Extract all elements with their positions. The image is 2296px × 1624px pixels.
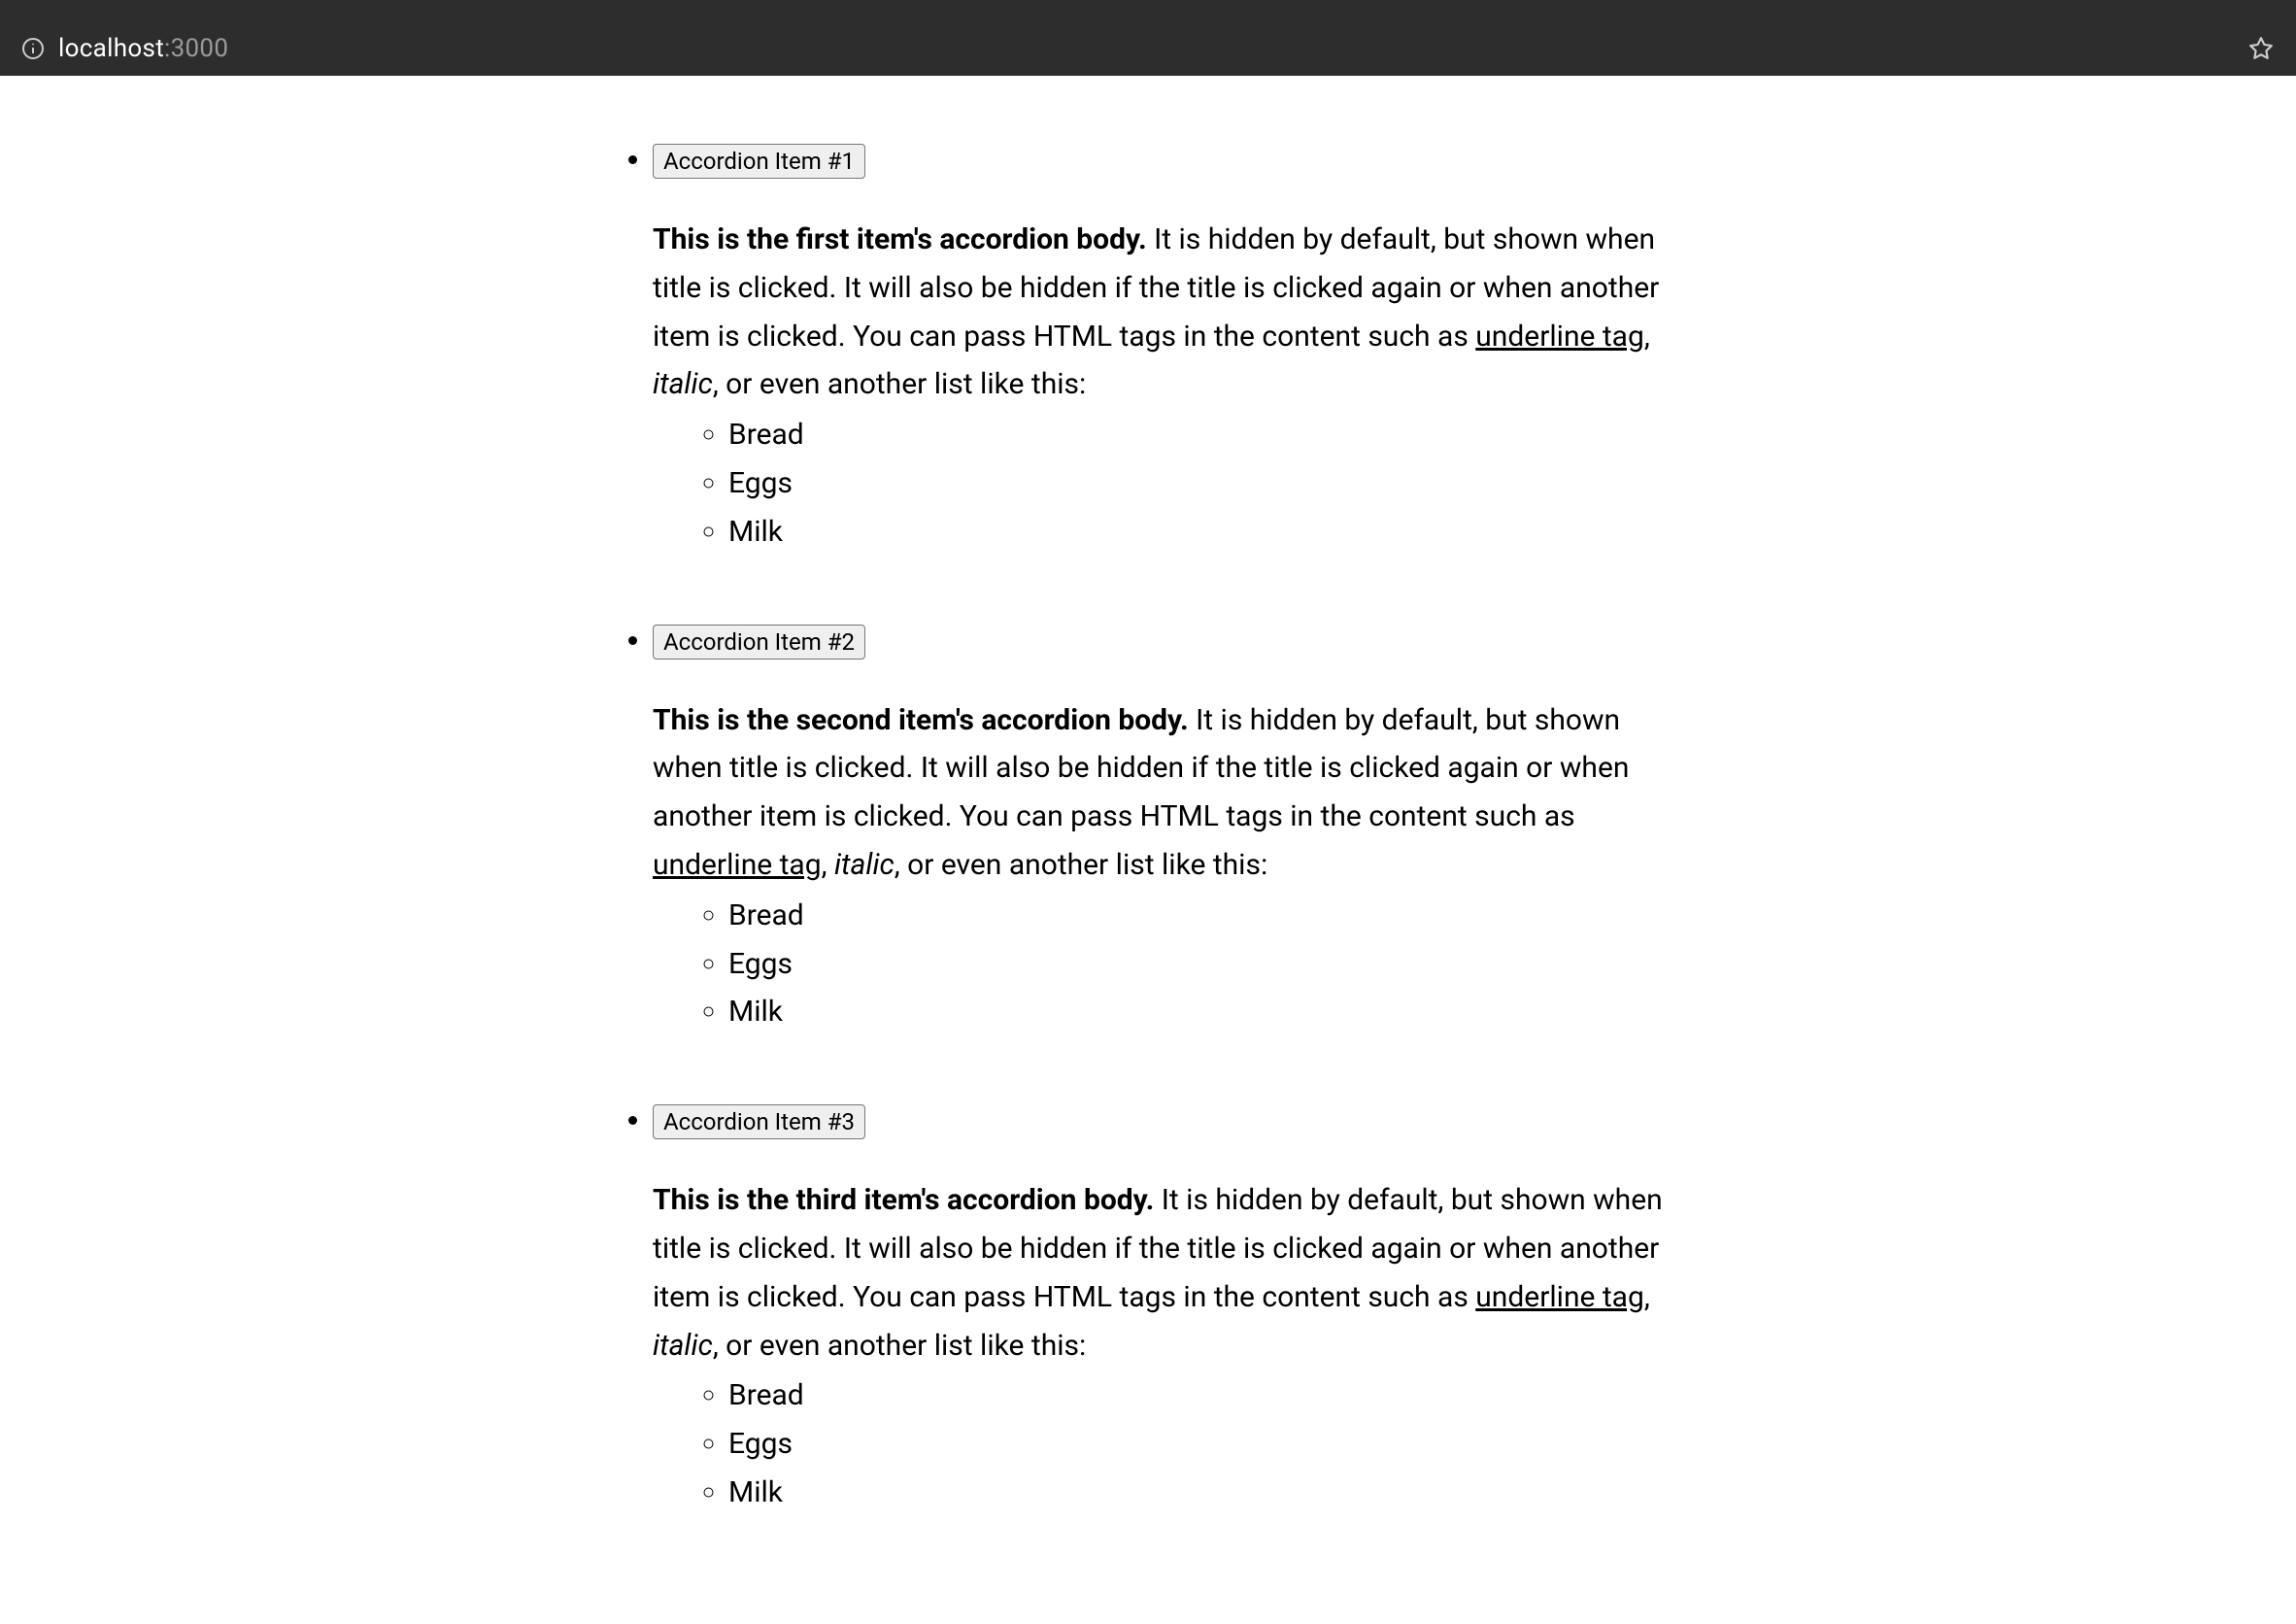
- accordion-body-strong: This is the third item's accordion body.: [653, 1183, 1154, 1217]
- underline-sample: underline tag: [1475, 1280, 1644, 1314]
- underline-sample: underline tag: [1475, 320, 1644, 354]
- accordion-list: Accordion Item #1 This is the first item…: [614, 144, 1682, 1585]
- separator: ,: [1644, 1280, 1650, 1314]
- list-item: Eggs: [728, 459, 1682, 508]
- separator: ,: [1644, 320, 1650, 354]
- accordion-toggle-3[interactable]: Accordion Item #3: [653, 1104, 865, 1139]
- accordion-body: This is the second item's accordion body…: [653, 696, 1682, 1037]
- accordion-item: Accordion Item #3 This is the third item…: [653, 1104, 1682, 1517]
- list-item: Milk: [728, 508, 1682, 557]
- accordion-body: This is the third item's accordion body.…: [653, 1176, 1682, 1517]
- list-item: Bread: [728, 892, 1682, 940]
- accordion-body-trail: , or even another list like this:: [713, 1329, 1086, 1363]
- separator: ,: [822, 848, 834, 882]
- list-item: Bread: [728, 411, 1682, 459]
- accordion-body: This is the first item's accordion body.…: [653, 216, 1682, 557]
- url-host: localhost: [58, 34, 164, 63]
- inner-list: Bread Eggs Milk: [653, 411, 1682, 556]
- italic-sample: italic: [653, 1329, 713, 1363]
- accordion-toggle-1[interactable]: Accordion Item #1: [653, 144, 865, 179]
- italic-sample: italic: [834, 848, 895, 882]
- accordion-body-trail: , or even another list like this:: [713, 367, 1086, 401]
- page-content: Accordion Item #1 This is the first item…: [0, 76, 2296, 1624]
- accordion-body-trail: , or even another list like this:: [895, 848, 1267, 882]
- accordion-item: Accordion Item #2 This is the second ite…: [653, 625, 1682, 1037]
- underline-sample: underline tag: [653, 848, 822, 882]
- accordion-body-strong: This is the second item's accordion body…: [653, 703, 1189, 737]
- list-item: Eggs: [728, 1420, 1682, 1469]
- browser-chrome: localhost:3000: [0, 0, 2296, 76]
- bookmark-star-icon[interactable]: [2245, 33, 2277, 64]
- inner-list: Bread Eggs Milk: [653, 892, 1682, 1036]
- italic-sample: italic: [653, 367, 713, 401]
- list-item: Milk: [728, 988, 1682, 1036]
- list-item: Eggs: [728, 940, 1682, 989]
- list-item: Milk: [728, 1469, 1682, 1517]
- address-bar: localhost:3000: [0, 25, 2296, 76]
- accordion-toggle-2[interactable]: Accordion Item #2: [653, 625, 865, 660]
- inner-list: Bread Eggs Milk: [653, 1371, 1682, 1516]
- info-icon[interactable]: [19, 35, 47, 62]
- url-port: :3000: [164, 34, 228, 63]
- accordion-body-strong: This is the first item's accordion body.: [653, 222, 1147, 256]
- url-text[interactable]: localhost:3000: [58, 34, 2234, 63]
- list-item: Bread: [728, 1371, 1682, 1420]
- accordion-item: Accordion Item #1 This is the first item…: [653, 144, 1682, 557]
